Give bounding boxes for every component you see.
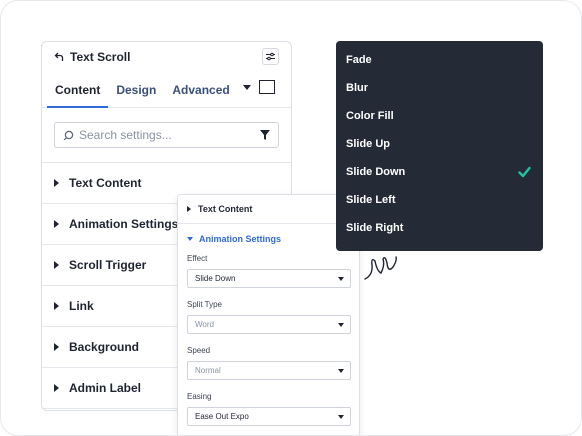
chevron-down-icon[interactable]: [243, 84, 251, 90]
sub-section-label: Animation Settings: [199, 234, 282, 244]
easing-select[interactable]: Ease Out Expo: [187, 407, 351, 426]
caret-right-icon: [54, 343, 59, 351]
settings-toggle-button[interactable]: [262, 48, 279, 65]
caret-right-icon: [54, 220, 59, 228]
field-speed: Speed Normal: [178, 346, 359, 380]
chevron-down-icon: [338, 415, 344, 419]
option-label: Slide Down: [346, 166, 406, 178]
tab-design[interactable]: Design: [108, 83, 164, 107]
field-label: Split Type: [187, 300, 222, 309]
tab-bar: Content Design Advanced: [42, 72, 291, 108]
caret-right-icon: [54, 384, 59, 392]
squiggle-connector-icon: [364, 256, 397, 280]
caret-down-icon: [187, 237, 193, 241]
panel-header: Text Scroll: [42, 42, 291, 72]
section-label: Link: [69, 299, 94, 313]
search-section: [42, 108, 291, 163]
speed-select[interactable]: Normal: [187, 361, 351, 380]
field-effect: Effect Slide Down: [178, 254, 359, 288]
back-arrow-icon[interactable]: [54, 52, 64, 62]
search-input[interactable]: [79, 128, 249, 142]
search-icon: [63, 130, 74, 140]
tab-advanced[interactable]: Advanced: [164, 83, 237, 107]
field-label: Effect: [187, 254, 208, 263]
caret-right-icon: [54, 302, 59, 310]
field-easing: Easing Ease Out Expo: [178, 392, 359, 426]
tab-content[interactable]: Content: [47, 83, 109, 108]
filter-icon[interactable]: [259, 129, 271, 141]
square-icon[interactable]: [259, 80, 275, 94]
caret-right-icon: [187, 206, 191, 212]
field-split-type: Split Type Word: [178, 300, 359, 334]
effect-dropdown-menu: Fade Blur Color Fill Slide Up Slide Down…: [336, 41, 543, 251]
dropdown-option-color-fill[interactable]: Color Fill: [336, 102, 543, 130]
section-label: Background: [69, 340, 140, 354]
dropdown-option-slide-down[interactable]: Slide Down: [336, 158, 543, 186]
tab-actions: [243, 80, 275, 94]
select-value: Slide Down: [195, 274, 236, 283]
section-label: Admin Label: [69, 381, 142, 395]
field-label: Easing: [187, 392, 212, 401]
check-icon: [518, 166, 531, 178]
chevron-down-icon: [338, 369, 344, 373]
animation-settings-panel: Text Content Animation Settings Effect S…: [177, 194, 360, 435]
sub-section-text-content[interactable]: Text Content: [178, 195, 359, 224]
section-label: Text Content: [69, 176, 142, 190]
chevron-down-icon: [338, 323, 344, 327]
panel-title: Text Scroll: [70, 50, 131, 64]
settings-toggle-icon: [266, 52, 275, 61]
effect-select[interactable]: Slide Down: [187, 269, 351, 288]
dropdown-option-slide-up[interactable]: Slide Up: [336, 130, 543, 158]
select-value: Ease Out Expo: [195, 412, 249, 421]
select-value: Normal: [195, 366, 221, 375]
dropdown-option-slide-left[interactable]: Slide Left: [336, 186, 543, 214]
caret-right-icon: [54, 179, 59, 187]
field-label: Speed: [187, 346, 211, 355]
section-label: Animation Settings: [69, 217, 179, 231]
sub-section-label: Text Content: [198, 204, 253, 214]
caret-right-icon: [54, 261, 59, 269]
dropdown-option-blur[interactable]: Blur: [336, 74, 543, 102]
section-label: Scroll Trigger: [69, 258, 147, 272]
dropdown-option-slide-right[interactable]: Slide Right: [336, 214, 543, 242]
sub-section-animation-settings[interactable]: Animation Settings: [178, 224, 359, 254]
split-type-select[interactable]: Word: [187, 315, 351, 334]
canvas: Text Scroll Content Design Advanced Sear…: [0, 0, 582, 436]
dropdown-option-fade[interactable]: Fade: [336, 46, 543, 74]
chevron-down-icon: [338, 277, 344, 281]
search-box: [54, 122, 279, 148]
select-value: Word: [195, 320, 214, 329]
